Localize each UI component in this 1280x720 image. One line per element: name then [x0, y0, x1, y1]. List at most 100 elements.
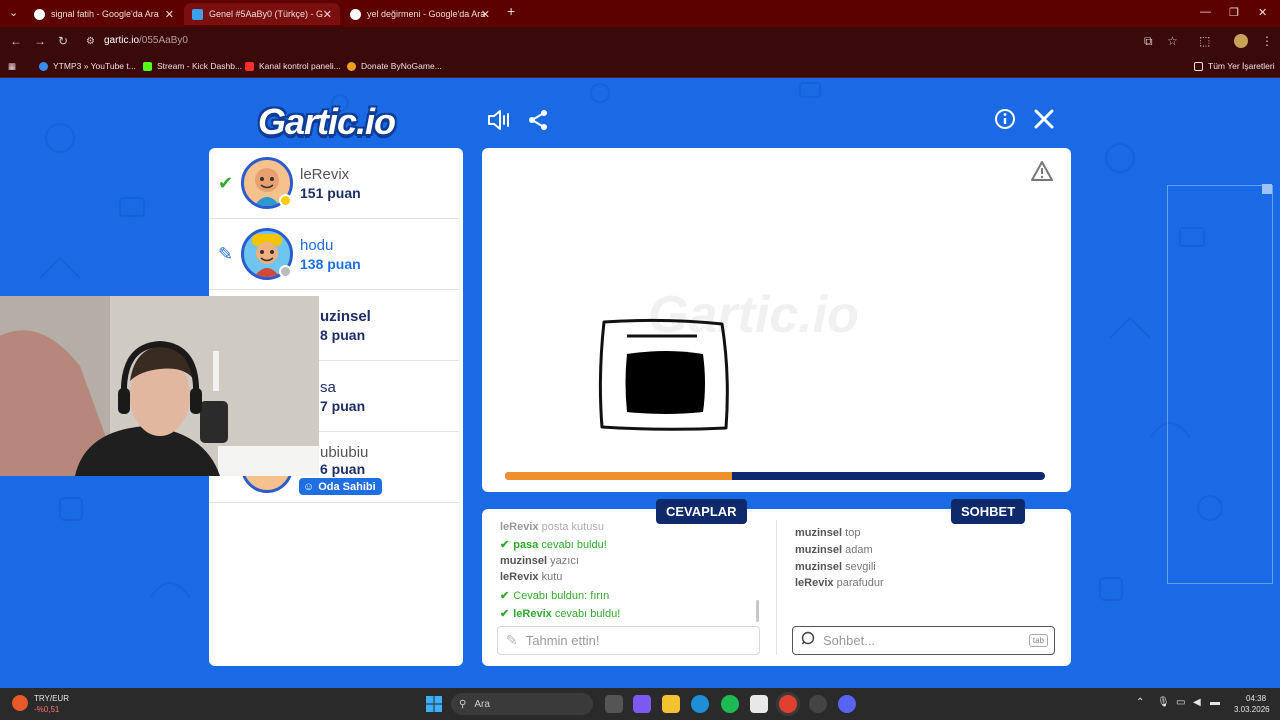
bookmark-youtube-studio[interactable]: Kanal kontrol paneli... [245, 61, 341, 71]
round-timer-bar [505, 472, 1045, 480]
task-view-icon[interactable] [605, 695, 623, 713]
forward-icon[interactable]: → [34, 34, 46, 48]
answer-message: ✔ leRevix cevabı buldu! [500, 608, 621, 620]
windows-start-icon[interactable] [425, 695, 443, 713]
player-row[interactable]: ✎ hodu 138 puan [209, 219, 459, 290]
owner-icon: ☺ [303, 480, 315, 493]
bookmark-ytmp3[interactable]: YTMP3 » YouTube t... [39, 61, 136, 71]
gartic-logo: Gartic.io [258, 101, 396, 142]
close-game-icon[interactable] [1033, 108, 1055, 136]
cast-icon[interactable]: ⧉ [1144, 34, 1153, 49]
side-overlay-handle[interactable] [1262, 184, 1272, 194]
tab-title: signal fatih - Google'da Ara [51, 9, 159, 19]
panel-divider [776, 520, 777, 655]
back-icon[interactable]: ← [10, 34, 22, 48]
tab-google-search-2[interactable]: yel değirmeni - Google'da Ara ✕ [342, 3, 498, 25]
all-bookmarks[interactable]: Tüm Yer İşaretleri [1194, 61, 1275, 71]
timer-fill [505, 472, 732, 480]
answer-message: leRevix kutu [500, 571, 563, 583]
bookmark-favicon-icon [143, 61, 152, 71]
chat-title: SOHBET [951, 499, 1026, 524]
edge-icon[interactable] [691, 695, 709, 713]
google-favicon-icon [34, 8, 45, 20]
store-icon[interactable] [750, 695, 768, 713]
network-icon[interactable]: ▭ [1176, 697, 1185, 708]
close-tab-icon[interactable]: ✕ [481, 8, 490, 21]
answer-message: muzinsel yazıcı [500, 555, 579, 567]
apps-icon[interactable]: ▦ [8, 61, 16, 72]
gartic-favicon-icon [192, 8, 203, 20]
player-name: ubiubiu [320, 444, 369, 461]
obs-icon[interactable] [809, 695, 827, 713]
close-tab-icon[interactable]: ✕ [323, 8, 332, 21]
clock-time[interactable]: 04:38 [1246, 694, 1266, 703]
restore-icon[interactable]: ❐ [1229, 6, 1239, 19]
search-icon: ⚲ [459, 698, 467, 710]
folder-icon [1194, 61, 1203, 71]
site-info-icon[interactable]: ⚙ [86, 36, 95, 47]
minimize-icon[interactable]: — [1200, 6, 1211, 18]
player-name: hodu [300, 237, 334, 254]
player-points: 8 puan [320, 327, 366, 343]
answers-title: CEVAPLAR [656, 499, 747, 524]
check-icon: ✔ [500, 539, 510, 551]
microphone-icon[interactable]: 🎙︎ [1157, 697, 1170, 708]
player-row[interactable]: ✔ leRevix 151 puan [209, 148, 459, 219]
new-tab-button[interactable]: + [507, 3, 515, 19]
tab-title: Genel #5AaBy0 (Türkçe) - G [209, 9, 324, 19]
guess-input-box: ✎ [497, 626, 760, 655]
drawing-pencil-icon: ✎ [218, 244, 234, 264]
tab-search-icon[interactable]: ⌄ [9, 6, 18, 19]
file-explorer-icon[interactable] [662, 695, 680, 713]
player-name: sa [320, 379, 336, 396]
spotify-icon[interactable] [721, 695, 739, 713]
answer-message: ✔ Cevabı buldun: fırın [500, 590, 610, 602]
report-warning-icon[interactable] [1030, 160, 1054, 188]
bookmark-kick[interactable]: Stream - Kick Dashb... [143, 61, 242, 71]
share-icon[interactable] [527, 109, 549, 137]
clock-date[interactable]: 3.03.2026 [1234, 705, 1270, 714]
ticker-value: -%0,51 [34, 705, 60, 714]
check-icon: ✔ [500, 608, 510, 620]
check-icon: ✔ [500, 590, 510, 602]
profile-avatar[interactable] [1234, 34, 1248, 48]
answers-scrollbar[interactable] [756, 600, 759, 622]
side-overlay-frame [1167, 185, 1273, 584]
close-tab-icon[interactable]: ✕ [165, 8, 174, 21]
player-name: uzinsel [320, 308, 371, 325]
stocks-widget-icon[interactable] [12, 695, 28, 711]
menu-icon[interactable]: ⋮ [1261, 34, 1273, 48]
tray-chevron-icon[interactable]: ⌃ [1136, 697, 1144, 708]
bookmark-star-icon[interactable]: ☆ [1167, 34, 1178, 48]
tab-google-search-1[interactable]: signal fatih - Google'da Ara ✕ [26, 3, 182, 25]
ticker-label: TRY/EUR [34, 694, 69, 703]
player-name: leRevix [300, 166, 350, 183]
chat-input[interactable] [823, 633, 1029, 648]
reload-icon[interactable]: ↻ [58, 34, 68, 48]
volume-tray-icon[interactable]: ◀ [1193, 697, 1201, 708]
guess-input[interactable] [525, 633, 759, 648]
volume-icon[interactable] [486, 108, 512, 138]
tab-title: yel değirmeni - Google'da Ara [367, 9, 486, 19]
chat-bubble-icon [801, 631, 815, 650]
tab-gartic[interactable]: Genel #5AaBy0 (Türkçe) - G ✕ [184, 3, 340, 25]
taskbar-search[interactable]: ⚲ Ara [451, 693, 593, 715]
chrome-icon[interactable] [779, 695, 797, 713]
url-field[interactable]: gartic.io/055AaBy0 [104, 35, 188, 46]
player-points: 151 puan [300, 185, 361, 201]
info-icon[interactable] [994, 108, 1016, 136]
copilot-icon[interactable] [633, 695, 651, 713]
bookmark-favicon-icon [347, 61, 356, 71]
battery-icon[interactable]: ▬ [1210, 697, 1220, 708]
browser-tab-bar: ⌄ signal fatih - Google'da Ara ✕ Genel #… [0, 0, 1280, 27]
player-points: 6 puan [320, 461, 366, 477]
room-owner-badge: ☺ Oda Sahibi [299, 478, 382, 495]
chat-message: muzinsel sevgili [795, 561, 876, 573]
tab-key-hint: tab [1028, 634, 1048, 647]
player-points: 7 puan [320, 398, 366, 414]
discord-icon[interactable] [838, 695, 856, 713]
extensions-icon[interactable]: ⬚ [1199, 34, 1210, 48]
bookmark-bynogame[interactable]: Donate ByNoGame... [347, 61, 442, 71]
status-dot [279, 265, 292, 278]
close-window-icon[interactable]: ✕ [1258, 6, 1267, 19]
